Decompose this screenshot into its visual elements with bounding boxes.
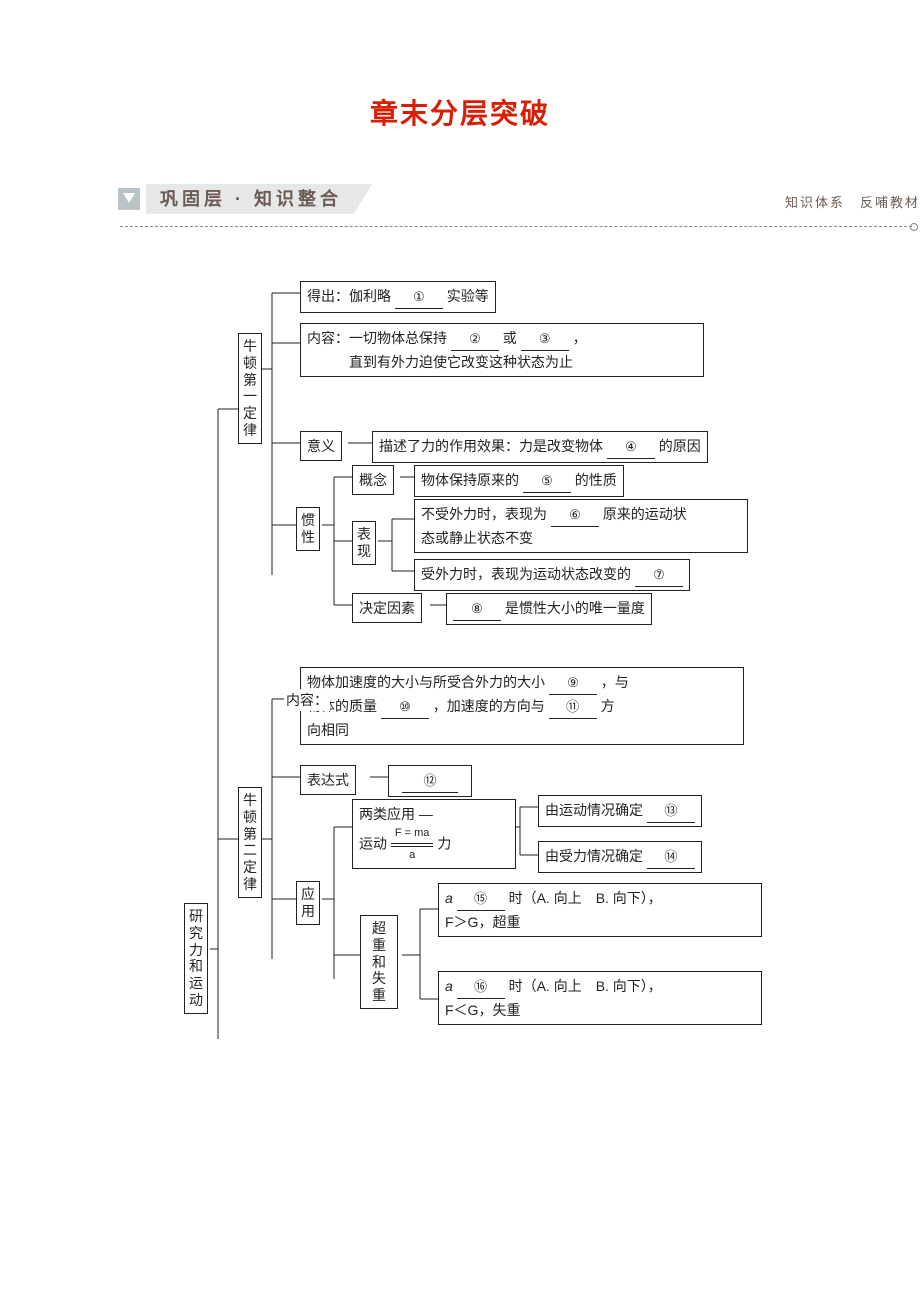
inertia-factor: ⑧ 是惯性大小的唯一量度 [446, 593, 652, 625]
section-tail: 知识体系 反哺教材 [785, 192, 920, 211]
blank-7: ⑦ [653, 565, 665, 586]
text: 受外力时，表现为运动状态改变的 [421, 566, 631, 582]
blank-10: ⑩ [399, 697, 411, 718]
text: ，与 [601, 674, 629, 690]
law1-label: 牛顿第一定律 [238, 333, 262, 444]
perform-noforce: 不受外力时，表现为 ⑥ 原来的运动状 态或静止状态不变 [414, 499, 748, 553]
text: 两类应用 — [359, 806, 433, 822]
law2-content: 物体加速度的大小与所受合外力的大小 ⑨ ，与 物体的质量 ⑩ ，加速度的方向与 … [300, 667, 750, 745]
perform-force: 受外力时，表现为运动状态改变的 ⑦ [414, 559, 690, 591]
text: 得出：伽利略 [307, 288, 391, 304]
law2-label: 牛顿第二定律 [238, 787, 262, 898]
text: 态或静止状态不变 [421, 530, 533, 546]
law1-content: 内容：一切物体总保持 ② 或 ③ ， 直到有外力迫使它改变这种状态为止 [300, 323, 704, 377]
two-types: 两类应用 — 运动 F = ma a 力 [352, 799, 516, 869]
inertia-label: 惯性 [296, 507, 320, 551]
blank-3: ③ [539, 329, 551, 350]
blank-12: ⑫ [423, 771, 436, 792]
text: 直到有外力迫使它改变这种状态为止 [307, 354, 573, 370]
text: 物体保持原来的 [421, 472, 519, 488]
blank-1: ① [413, 287, 425, 308]
overweight: a ⑮ 时（A. 向上 B. 向下）， F＞G，超重 [438, 883, 762, 937]
blank-9: ⑨ [567, 673, 579, 694]
diagram: 研究力和运动 牛顿第一定律 得出：伽利略 ① 实验等 内容：一切物体总保持 ② … [0, 279, 920, 1089]
blank-5: ⑤ [541, 471, 553, 492]
law1-meaning: 描述了力的作用效果：力是改变物体 ④ 的原因 [372, 431, 708, 463]
formula-top: F = ma [391, 825, 434, 844]
text: 时（A. 向上 B. 向下）， [509, 890, 662, 906]
text: 的性质 [575, 472, 617, 488]
perform-label: 表现 [352, 521, 376, 565]
blank-13: ⑬ [664, 801, 677, 822]
text: 由受力情况确定 [545, 848, 643, 864]
formula-bot: a [391, 846, 434, 865]
divider [120, 226, 912, 227]
expr-label: 表达式 [300, 765, 356, 795]
blank-16: ⑯ [474, 977, 487, 998]
text: 内容：一切物体总保持 [307, 330, 447, 346]
text: 或 [503, 330, 517, 346]
blank-14: ⑭ [664, 847, 677, 868]
text: 原来的运动状 [603, 506, 687, 522]
law2-expression: ⑫ [388, 765, 472, 797]
blank-15: ⑮ [474, 889, 487, 910]
meaning-label: 意义 [300, 431, 342, 461]
symbol-a: a [445, 890, 453, 906]
law1-derive: 得出：伽利略 ① 实验等 [300, 281, 496, 313]
section-heading: 巩固层 · 知识整合 [146, 184, 372, 214]
title-text: 章末分层突破 [370, 98, 550, 129]
text: 时（A. 向上 B. 向下）， [509, 978, 662, 994]
ow-label: 超重和失重 [360, 915, 398, 1009]
root-label: 研究力和运动 [184, 903, 208, 1014]
text: 力 [437, 836, 451, 852]
text: 向相同 [307, 722, 349, 738]
text: 运动 [359, 836, 387, 852]
blank-11: ⑪ [566, 697, 579, 718]
app-label: 应用 [296, 881, 320, 925]
blank-2: ② [469, 329, 481, 350]
text: 实验等 [447, 288, 489, 304]
text: F＜G，失重 [445, 1002, 520, 1018]
det-from-force: 由受力情况确定 ⑭ [538, 841, 702, 873]
text: 不受外力时，表现为 [421, 506, 547, 522]
section-header: 巩固层 · 知识整合 知识体系 反哺教材 [118, 182, 920, 222]
arrow-down-icon [118, 188, 140, 210]
blank-6: ⑥ [569, 505, 581, 526]
text: ，加速度的方向与 [433, 698, 545, 714]
concept-label: 概念 [352, 465, 394, 495]
text: 物体加速度的大小与所受合外力的大小 [307, 674, 545, 690]
text: 的原因 [659, 438, 701, 454]
law2-content-label: 内容： [284, 689, 330, 711]
text: F＞G，超重 [445, 914, 520, 930]
symbol-a: a [445, 978, 453, 994]
page-title: 章末分层突破 [0, 0, 920, 182]
text: 描述了力的作用效果：力是改变物体 [379, 438, 603, 454]
blank-4: ④ [625, 437, 637, 458]
text: 由运动情况确定 [545, 802, 643, 818]
text: ， [573, 330, 587, 346]
factor-label: 决定因素 [352, 593, 422, 623]
text: 是惯性大小的唯一量度 [505, 600, 645, 616]
blank-8: ⑧ [471, 599, 483, 620]
inertia-concept: 物体保持原来的 ⑤ 的性质 [414, 465, 624, 497]
det-from-motion: 由运动情况确定 ⑬ [538, 795, 702, 827]
text: 方 [601, 698, 615, 714]
weightless: a ⑯ 时（A. 向上 B. 向下）， F＜G，失重 [438, 971, 762, 1025]
